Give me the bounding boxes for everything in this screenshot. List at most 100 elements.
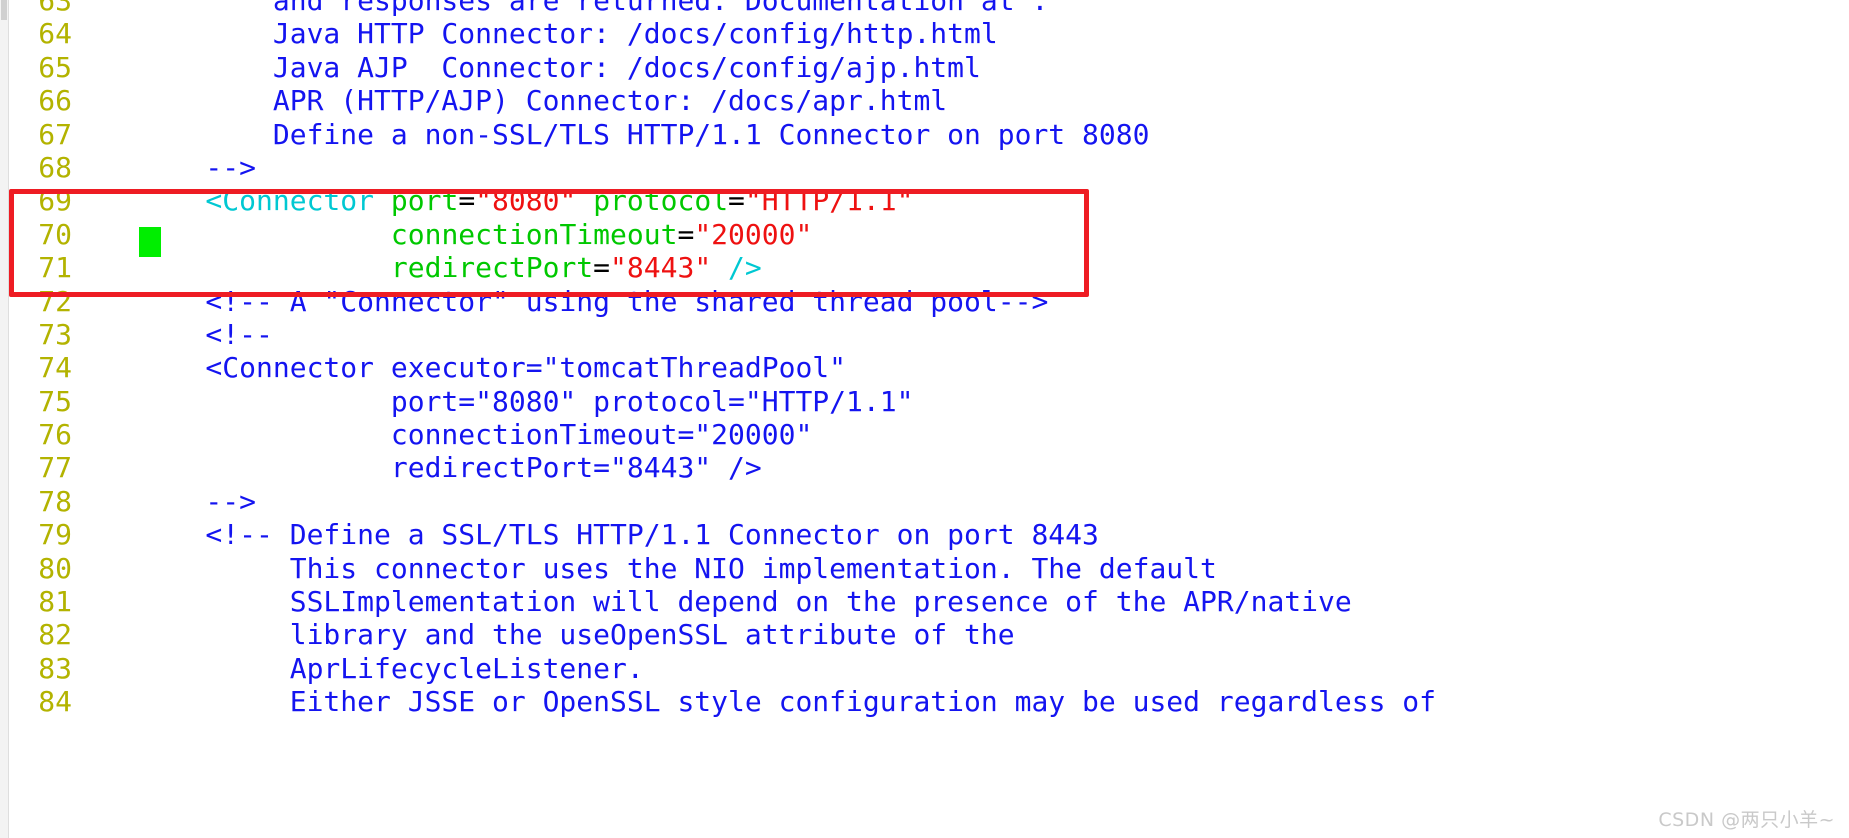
line-number: 81 [38, 585, 72, 619]
code-line[interactable]: 77 redirectPort="8443" /> [0, 451, 1849, 484]
token-comment: <!-- A "Connector" using the shared thre… [138, 284, 1049, 318]
line-number: 82 [38, 618, 72, 652]
token-comment: connectionTimeout="20000" [138, 418, 813, 452]
token-comment: --> [138, 484, 257, 518]
code-line-text[interactable]: library and the useOpenSSL attribute of … [72, 618, 1015, 651]
code-line-text[interactable]: and responses are returned. Documentatio… [72, 0, 1048, 17]
token-comment: <!-- [138, 317, 273, 351]
code-line[interactable]: 67 Define a non-SSL/TLS HTTP/1.1 Connect… [0, 118, 1849, 151]
token-comment: Java AJP Connector: /docs/config/ajp.htm… [138, 50, 981, 84]
token-tag: <Connector [138, 184, 391, 218]
code-line[interactable]: 79 <!-- Define a SSL/TLS HTTP/1.1 Connec… [0, 518, 1849, 551]
token-comment: and responses are returned. Documentatio… [138, 0, 1049, 17]
code-line[interactable]: 73 <!-- [0, 318, 1849, 351]
code-line[interactable]: 81 SSLImplementation will depend on the … [0, 585, 1849, 618]
code-line[interactable]: 69 <Connector port="8080" protocol="HTTP… [0, 184, 1849, 217]
code-line-text[interactable]: SSLImplementation will depend on the pre… [72, 585, 1352, 618]
token-value: "8443" [610, 251, 712, 285]
line-number: 73 [38, 317, 72, 351]
token-eq: = [677, 217, 695, 251]
token-comment: This connector uses the NIO implementati… [138, 551, 1217, 585]
line-number: 84 [38, 685, 72, 719]
line-number: 67 [38, 117, 72, 151]
code-line[interactable]: 66 APR (HTTP/AJP) Connector: /docs/apr.h… [0, 84, 1849, 117]
code-line-text[interactable]: APR (HTTP/AJP) Connector: /docs/apr.html [72, 84, 947, 117]
token-comment: <!-- Define a SSL/TLS HTTP/1.1 Connector… [138, 518, 1099, 552]
line-number: 80 [38, 551, 72, 585]
code-line[interactable]: 84 Either JSSE or OpenSSL style configur… [0, 685, 1849, 718]
code-line-text[interactable]: <!-- A "Connector" using the shared thre… [72, 285, 1048, 318]
code-line-text[interactable]: connectionTimeout="20000" [72, 418, 812, 451]
token-comment: port="8080" protocol="HTTP/1.1" [138, 384, 914, 418]
code-editor[interactable]: 63 and responses are returned. Documenta… [0, 0, 1849, 838]
code-line-text[interactable]: This connector uses the NIO implementati… [72, 552, 1217, 585]
code-line-text[interactable]: --> [72, 151, 256, 184]
code-line[interactable]: 83 AprLifecycleListener. [0, 652, 1849, 685]
code-line[interactable]: 82 library and the useOpenSSL attribute … [0, 618, 1849, 651]
code-line-text[interactable]: connectionTimeout="20000" [72, 218, 812, 251]
line-number: 64 [38, 17, 72, 51]
code-line[interactable]: 72 <!-- A "Connector" using the shared t… [0, 285, 1849, 318]
token-comment: Java HTTP Connector: /docs/config/http.h… [138, 17, 998, 51]
code-line-text[interactable]: port="8080" protocol="HTTP/1.1" [72, 384, 914, 418]
line-number: 72 [38, 284, 72, 318]
line-number: 78 [38, 484, 72, 518]
code-line-text[interactable]: <Connector port="8080" protocol="HTTP/1.… [72, 184, 913, 217]
code-line[interactable]: 64 Java HTTP Connector: /docs/config/htt… [0, 17, 1849, 50]
line-number: 79 [38, 518, 72, 552]
code-line[interactable]: 75 port="8080" protocol="HTTP/1.1" [0, 385, 1849, 418]
code-line[interactable]: 76 connectionTimeout="20000" [0, 418, 1849, 451]
line-number: 77 [38, 451, 72, 485]
code-line-text[interactable]: Define a non-SSL/TLS HTTP/1.1 Connector … [72, 117, 1150, 151]
token-comment: AprLifecycleListener. [138, 651, 644, 685]
code-line-text[interactable]: AprLifecycleListener. [72, 652, 644, 685]
token-comment: library and the useOpenSSL attribute of … [138, 618, 1015, 652]
code-line[interactable]: 78 --> [0, 485, 1849, 518]
token-comment: <Connector executor="tomcatThreadPool" [138, 351, 847, 385]
code-line[interactable]: 80 This connector uses the NIO implement… [0, 552, 1849, 585]
token-eq: = [728, 184, 745, 218]
line-number: 75 [38, 384, 72, 418]
code-line-text[interactable]: Either JSSE or OpenSSL style configurati… [72, 685, 1436, 718]
line-number: 71 [38, 251, 72, 285]
token-attr: port [390, 184, 459, 218]
code-line[interactable]: 63 and responses are returned. Documenta… [0, 0, 1849, 17]
token-comment: --> [138, 150, 257, 184]
token-comment: SSLImplementation will depend on the pre… [138, 585, 1352, 619]
code-line-text[interactable]: <Connector executor="tomcatThreadPool" [72, 351, 846, 384]
code-line[interactable]: 65 Java AJP Connector: /docs/config/ajp.… [0, 51, 1849, 84]
code-line-text[interactable]: Java AJP Connector: /docs/config/ajp.htm… [72, 51, 981, 84]
line-number: 66 [38, 84, 72, 118]
line-number: 70 [38, 217, 72, 251]
token-value: "HTTP/1.1" [744, 184, 914, 218]
token-eq: = [458, 184, 476, 218]
token-comment: APR (HTTP/AJP) Connector: /docs/apr.html [138, 84, 948, 118]
token-attr: protocol [593, 184, 729, 218]
code-line-text[interactable]: --> [72, 485, 256, 518]
token-comment: Either JSSE or OpenSSL style configurati… [138, 685, 1437, 719]
line-number: 63 [38, 0, 72, 17]
line-number: 68 [38, 150, 72, 184]
token-comment: Define a non-SSL/TLS HTTP/1.1 Connector … [138, 117, 1150, 151]
text-cursor [139, 227, 161, 257]
line-number: 69 [38, 184, 72, 218]
code-line-text[interactable]: <!-- Define a SSL/TLS HTTP/1.1 Connector… [72, 518, 1099, 552]
line-number: 65 [38, 50, 72, 84]
code-line[interactable]: 70 connectionTimeout="20000" [0, 218, 1849, 251]
code-line[interactable]: 74 <Connector executor="tomcatThreadPool… [0, 351, 1849, 384]
code-line-text[interactable]: <!-- [72, 317, 273, 351]
token-eq: = [593, 251, 611, 285]
code-content[interactable]: 63 and responses are returned. Documenta… [0, 0, 1849, 838]
code-line-text[interactable]: redirectPort="8443" /> [72, 451, 762, 484]
code-line[interactable]: 68 --> [0, 151, 1849, 184]
code-line-text[interactable]: Java HTTP Connector: /docs/config/http.h… [72, 17, 998, 50]
code-line[interactable]: 71 redirectPort="8443" /> [0, 251, 1849, 284]
token-value: "20000" [694, 217, 813, 251]
token-attr: connectionTimeout [390, 217, 678, 251]
csdn-watermark: CSDN @两只小羊~ [1658, 809, 1835, 831]
token-attr: redirectPort [390, 251, 594, 285]
code-line-text[interactable]: redirectPort="8443" /> [72, 251, 762, 284]
